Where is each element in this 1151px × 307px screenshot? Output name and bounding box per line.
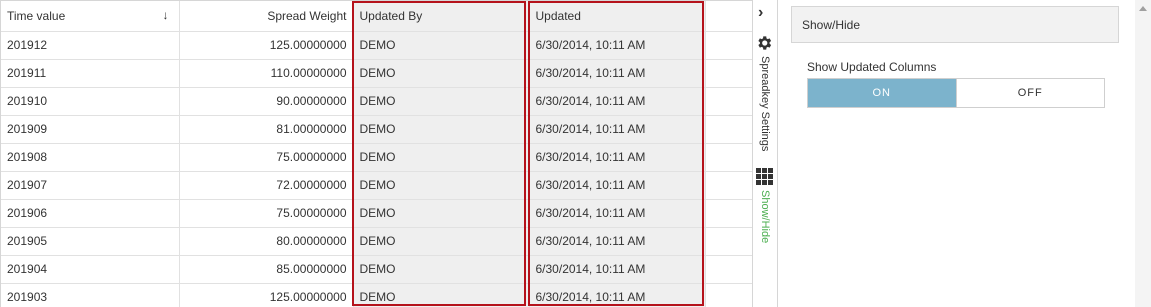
- cell-updated-by[interactable]: DEMO: [353, 255, 530, 284]
- cell-time-value[interactable]: 201904: [1, 255, 180, 284]
- cell-spread-weight[interactable]: 81.00000000: [179, 115, 354, 144]
- data-grid: Time value ↓ Spread Weight Updated By Up…: [0, 0, 754, 307]
- cell-spread-weight[interactable]: 125.00000000: [179, 31, 354, 60]
- cell-time-value[interactable]: 201910: [1, 87, 180, 116]
- cell-spacer: [705, 31, 754, 60]
- cell-updated-by[interactable]: DEMO: [353, 87, 530, 116]
- cell-spacer: [705, 171, 754, 200]
- side-tool-strip: › Spreadkey Settings Show/Hide: [752, 0, 776, 307]
- cell-spacer: [705, 227, 754, 256]
- cell-time-value[interactable]: 201907: [1, 171, 180, 200]
- cell-time-value[interactable]: 201911: [1, 59, 180, 88]
- table-row[interactable]: 201905 80.00000000 DEMO 6/30/2014, 10:11 AM: [1, 227, 754, 256]
- cell-updated[interactable]: 6/30/2014, 10:11 AM: [529, 31, 706, 60]
- cell-time-value[interactable]: 201909: [1, 115, 180, 144]
- table-row[interactable]: 201906 75.00000000 DEMO 6/30/2014, 10:11 AM: [1, 199, 754, 228]
- cell-spacer: [705, 199, 754, 228]
- cell-updated[interactable]: 6/30/2014, 10:11 AM: [529, 87, 706, 116]
- cell-updated-by[interactable]: DEMO: [353, 227, 530, 256]
- table-row[interactable]: 201910 90.00000000 DEMO 6/30/2014, 10:11 AM: [1, 87, 754, 116]
- cell-updated-by[interactable]: DEMO: [353, 143, 530, 172]
- table-row[interactable]: 201904 85.00000000 DEMO 6/30/2014, 10:11 AM: [1, 255, 754, 284]
- cell-time-value[interactable]: 201905: [1, 227, 180, 256]
- column-header-updated-by[interactable]: Updated By: [353, 1, 530, 32]
- column-header-label: Time value: [7, 8, 66, 23]
- column-header-spread-weight[interactable]: Spread Weight: [179, 1, 354, 32]
- column-header-spacer: [705, 1, 754, 32]
- cell-updated-by[interactable]: DEMO: [353, 199, 530, 228]
- cell-updated[interactable]: 6/30/2014, 10:11 AM: [529, 171, 706, 200]
- cell-updated-by[interactable]: DEMO: [353, 31, 530, 60]
- grid-icon[interactable]: [756, 168, 773, 188]
- cell-spacer: [705, 143, 754, 172]
- cell-spacer: [705, 87, 754, 116]
- toggle-on-button[interactable]: ON: [808, 79, 956, 107]
- show-hide-tab[interactable]: Show/Hide: [757, 190, 771, 243]
- panel-title: Show/Hide: [791, 6, 1119, 43]
- spreadkey-settings-tab[interactable]: Spreadkey Settings: [757, 56, 771, 151]
- cell-updated[interactable]: 6/30/2014, 10:11 AM: [529, 227, 706, 256]
- table-row[interactable]: 201911 110.00000000 DEMO 6/30/2014, 10:11 A…: [1, 59, 754, 88]
- cell-time-value[interactable]: 201908: [1, 143, 180, 172]
- column-header-label: Updated: [535, 8, 581, 23]
- vertical-scrollbar[interactable]: [1135, 0, 1151, 307]
- show-hide-panel: Show/Hide Show Updated Columns ON OFF: [777, 0, 1135, 307]
- chevron-right-icon[interactable]: ›: [758, 4, 763, 22]
- toggle-off-button[interactable]: OFF: [955, 79, 1104, 107]
- grid-header-row: Time value ↓ Spread Weight Updated By Up…: [1, 1, 754, 32]
- scroll-up-icon[interactable]: [1139, 6, 1147, 11]
- cell-updated[interactable]: 6/30/2014, 10:11 AM: [529, 115, 706, 144]
- cell-updated[interactable]: 6/30/2014, 10:11 AM: [529, 255, 706, 284]
- show-updated-columns-label: Show Updated Columns: [807, 60, 937, 74]
- cell-updated-by[interactable]: DEMO: [353, 283, 530, 307]
- table-row[interactable]: 201912 125.00000000 DEMO 6/30/2014, 10:11 A…: [1, 31, 754, 60]
- cell-spacer: [705, 115, 754, 144]
- cell-updated-by[interactable]: DEMO: [353, 115, 530, 144]
- sort-down-icon[interactable]: ↓: [163, 8, 169, 22]
- cell-updated-by[interactable]: DEMO: [353, 171, 530, 200]
- table-row[interactable]: 201909 81.00000000 DEMO 6/30/2014, 10:11 AM: [1, 115, 754, 144]
- cell-spread-weight[interactable]: 90.00000000: [179, 87, 354, 116]
- show-updated-columns-toggle[interactable]: ON OFF: [807, 78, 1105, 108]
- cell-spread-weight[interactable]: 125.00000000: [179, 283, 354, 307]
- cell-spacer: [705, 283, 754, 307]
- cell-time-value[interactable]: 201903: [1, 283, 180, 307]
- column-header-time-value[interactable]: Time value ↓: [1, 1, 180, 32]
- cell-spread-weight[interactable]: 85.00000000: [179, 255, 354, 284]
- cell-spread-weight[interactable]: 110.00000000: [179, 59, 354, 88]
- table-row[interactable]: 201908 75.00000000 DEMO 6/30/2014, 10:11 AM: [1, 143, 754, 172]
- cell-spacer: [705, 59, 754, 88]
- table-row[interactable]: 201907 72.00000000 DEMO 6/30/2014, 10:11 AM: [1, 171, 754, 200]
- cell-updated-by[interactable]: DEMO: [353, 59, 530, 88]
- cell-spread-weight[interactable]: 72.00000000: [179, 171, 354, 200]
- cell-updated[interactable]: 6/30/2014, 10:11 AM: [529, 143, 706, 172]
- cell-time-value[interactable]: 201906: [1, 199, 180, 228]
- cell-spread-weight[interactable]: 75.00000000: [179, 143, 354, 172]
- column-header-updated[interactable]: Updated ↓: [529, 1, 706, 32]
- cell-updated[interactable]: 6/30/2014, 10:11 AM: [529, 283, 706, 307]
- cell-updated[interactable]: 6/30/2014, 10:11 AM: [529, 59, 706, 88]
- table-row[interactable]: 201903 125.00000000 DEMO 6/30/2014, 10:11 A…: [1, 283, 754, 307]
- cell-time-value[interactable]: 201912: [1, 31, 180, 60]
- cell-spread-weight[interactable]: 80.00000000: [179, 227, 354, 256]
- cell-updated[interactable]: 6/30/2014, 10:11 AM: [529, 199, 706, 228]
- cell-spacer: [705, 255, 754, 284]
- gear-icon[interactable]: [755, 34, 773, 55]
- cell-spread-weight[interactable]: 75.00000000: [179, 199, 354, 228]
